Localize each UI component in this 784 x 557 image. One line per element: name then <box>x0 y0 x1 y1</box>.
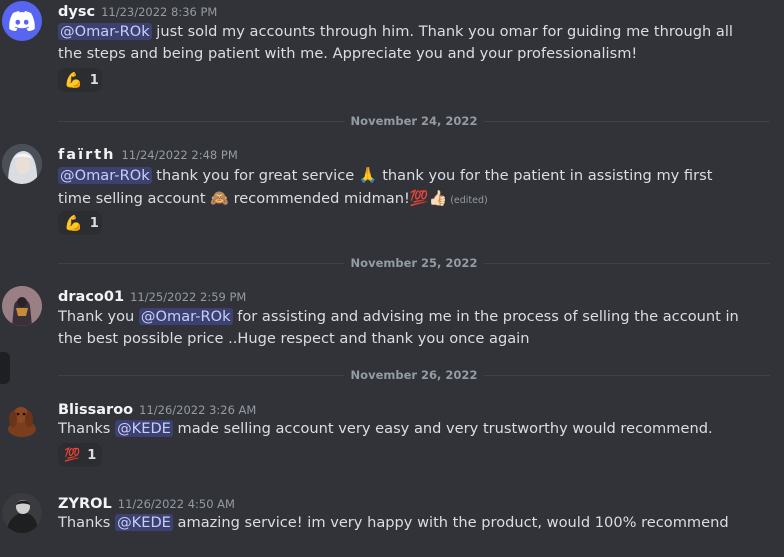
message-content: @Omar-ROk just sold my accounts through … <box>58 21 748 65</box>
message-text: made selling account very easy and very … <box>177 420 713 437</box>
side-panel-tab[interactable] <box>0 352 10 384</box>
reaction-muscle[interactable]: 💪 1 <box>58 68 102 92</box>
author-name[interactable]: ZYROL <box>58 496 112 512</box>
date-divider: November 26, 2022 <box>58 367 770 383</box>
user-mention[interactable]: @KEDE <box>115 514 173 531</box>
timestamp: 11/26/2022 3:26 AM <box>139 403 257 417</box>
reaction-count: 1 <box>87 447 97 463</box>
hundred-points-emoji-icon: 💯 <box>64 447 81 463</box>
timestamp: 11/25/2022 2:59 PM <box>130 290 247 304</box>
avatar-anime-portrait-icon <box>2 144 42 184</box>
date-divider-label: November 24, 2022 <box>344 113 484 129</box>
reaction-count: 1 <box>89 72 99 88</box>
date-divider: November 25, 2022 <box>58 255 770 271</box>
author-name[interactable]: Blissaroo <box>58 402 133 418</box>
user-mention[interactable]: @Omar-ROk <box>58 167 152 184</box>
date-divider-label: November 25, 2022 <box>344 255 484 271</box>
timestamp: 11/24/2022 2:48 PM <box>121 148 238 162</box>
date-divider-label: November 26, 2022 <box>344 367 484 383</box>
avatar-armored-character-icon <box>2 286 42 326</box>
date-divider: November 24, 2022 <box>58 113 770 129</box>
message-content: Thanks @KEDE amazing service! im very ha… <box>58 512 748 534</box>
folded-hands-emoji-icon: 🙏 <box>358 166 378 184</box>
reaction-hundred[interactable]: 💯 1 <box>58 443 102 467</box>
user-mention[interactable]: @Omar-ROk <box>138 308 233 325</box>
avatar-dark-portrait-icon <box>2 493 42 533</box>
avatar-zyrol[interactable] <box>2 493 42 533</box>
user-mention[interactable]: @KEDE <box>115 420 173 437</box>
message-text: Thanks <box>58 514 111 531</box>
timestamp: 11/23/2022 8:36 PM <box>101 5 218 19</box>
avatar-blissaroo[interactable] <box>2 399 42 439</box>
hundred-thumbs-up-emoji-icon: 💯👍🏻 <box>409 189 448 207</box>
author-name[interactable]: faïrth <box>58 147 115 163</box>
avatar-draco01[interactable] <box>2 286 42 326</box>
reaction-muscle[interactable]: 💪 1 <box>58 211 102 235</box>
discord-logo-icon <box>9 11 35 31</box>
avatar-dysc[interactable] <box>2 1 42 41</box>
author-name[interactable]: draco01 <box>58 289 124 305</box>
see-no-evil-monkey-emoji-icon: 🙈 <box>210 189 229 207</box>
timestamp: 11/26/2022 4:50 AM <box>117 497 235 511</box>
flexed-biceps-emoji-icon: 💪 <box>64 71 83 89</box>
message-text: Thank you <box>58 308 135 325</box>
user-mention[interactable]: @Omar-ROk <box>58 23 152 40</box>
reaction-count: 1 <box>89 215 99 231</box>
message-content: @Omar-ROk thank you for great service 🙏 … <box>58 164 748 212</box>
message-content: Thank you @Omar-ROk for assisting and ad… <box>58 306 748 350</box>
message-text: Thanks <box>58 420 111 437</box>
avatar-dog-icon <box>8 407 36 437</box>
flexed-biceps-emoji-icon: 💪 <box>64 214 83 232</box>
message-text: amazing service! im very happy with the … <box>177 514 729 531</box>
message-text: recommended midman! <box>233 190 410 207</box>
message-text: thank you for great service <box>156 167 355 184</box>
edited-label: (edited) <box>450 195 488 206</box>
avatar-fairth[interactable] <box>2 144 42 184</box>
message-text: just sold my accounts through him. Thank… <box>58 23 733 62</box>
author-name[interactable]: dysc <box>58 4 95 20</box>
message-content: Thanks @KEDE made selling account very e… <box>58 418 748 440</box>
